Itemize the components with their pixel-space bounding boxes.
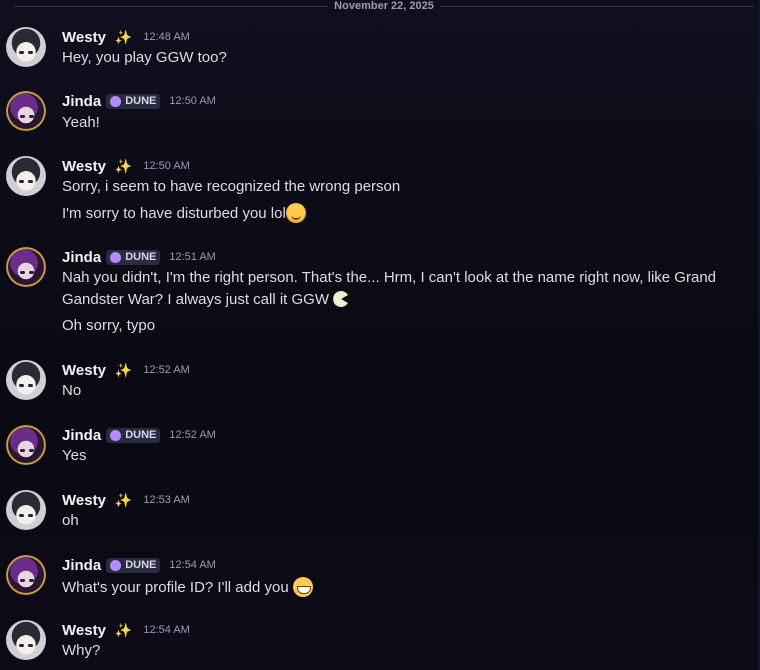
avatar[interactable] (6, 27, 46, 67)
message-text: Yes (62, 447, 87, 464)
message-header: Jinda DUNE 12:51 AM (62, 247, 216, 267)
message-text: Sorry, i seem to have recognized the wro… (62, 178, 401, 195)
pacman-icon[interactable] (333, 291, 350, 307)
message-header: Westy ✨ 12:53 AM (62, 490, 190, 510)
author-name[interactable]: Jinda (62, 93, 101, 110)
message-header: Westy ✨ 12:54 AM (62, 620, 190, 640)
message-text: Oh sorry, typo (62, 317, 156, 334)
badge-label: DUNE (125, 559, 157, 571)
date-divider: November 22, 2025 (14, 0, 755, 12)
gem-icon (110, 429, 122, 441)
author-name[interactable]: Jinda (62, 557, 101, 574)
message-text: Yeah! (62, 114, 100, 131)
message-text-line: I'm sorry to have disturbed you lol (62, 203, 306, 224)
timestamp[interactable]: 12:51 AM (169, 251, 215, 263)
message-text: Nah you didn't, I'm the right person. Th… (62, 269, 717, 286)
guild-tag-badge[interactable]: DUNE (106, 249, 161, 265)
message-header: Jinda DUNE 12:54 AM (62, 555, 216, 575)
author-name[interactable]: Jinda (62, 427, 101, 444)
author-name[interactable]: Westy (62, 29, 106, 46)
message-header: Westy ✨ 12:50 AM (62, 156, 190, 176)
message-text: Gandster War? I always just call it GGW (62, 291, 330, 308)
timestamp[interactable]: 12:48 AM (143, 31, 189, 43)
message-header: Westy ✨ 12:48 AM (62, 27, 190, 47)
avatar[interactable] (6, 555, 46, 595)
avatar[interactable] (6, 425, 46, 465)
grinning-face-icon[interactable] (292, 577, 313, 597)
timestamp[interactable]: 12:54 AM (143, 624, 189, 636)
timestamp[interactable]: 12:52 AM (143, 364, 189, 376)
divider-line-right (439, 5, 755, 7)
timestamp[interactable]: 12:50 AM (143, 160, 189, 172)
timestamp[interactable]: 12:52 AM (169, 429, 215, 441)
message-header: Jinda DUNE 12:52 AM (62, 425, 216, 445)
badge-label: DUNE (125, 251, 157, 263)
guild-tag-badge[interactable]: DUNE (106, 557, 161, 573)
badge-label: DUNE (125, 95, 157, 107)
message-header: Jinda DUNE 12:50 AM (62, 91, 216, 111)
author-name[interactable]: Westy (62, 362, 106, 379)
author-name[interactable]: Westy (62, 492, 106, 509)
message-text: oh (62, 512, 79, 529)
avatar[interactable] (6, 156, 46, 196)
timestamp[interactable]: 12:54 AM (169, 559, 215, 571)
message-header: Westy ✨ 12:52 AM (62, 360, 190, 380)
message-text: I'm sorry to have disturbed you lol (62, 205, 286, 222)
message-text: Why? (62, 642, 101, 659)
timestamp[interactable]: 12:53 AM (143, 494, 189, 506)
sparkle-icon: ✨ (114, 491, 133, 508)
gem-icon (110, 95, 122, 107)
sparkle-icon: ✨ (114, 621, 133, 638)
author-name[interactable]: Westy (62, 158, 106, 175)
gem-icon (110, 559, 122, 571)
guild-tag-badge[interactable]: DUNE (106, 93, 161, 109)
author-name[interactable]: Jinda (62, 249, 101, 266)
gem-icon (110, 251, 122, 263)
avatar[interactable] (6, 91, 46, 131)
message-text: Hey, you play GGW too? (62, 49, 227, 66)
sparkle-icon: ✨ (114, 157, 133, 174)
avatar[interactable] (6, 620, 46, 660)
date-divider-label: November 22, 2025 (334, 0, 434, 12)
message-text: No (62, 382, 82, 399)
message-text: What's your profile ID? I'll add you (62, 579, 289, 596)
sparkle-icon: ✨ (114, 28, 133, 45)
divider-line-left (14, 5, 329, 7)
smiling-face-icon[interactable] (285, 203, 306, 223)
message-text-line: What's your profile ID? I'll add you (62, 577, 313, 598)
guild-tag-badge[interactable]: DUNE (106, 427, 161, 443)
author-name[interactable]: Westy (62, 622, 106, 639)
badge-label: DUNE (125, 429, 157, 441)
avatar[interactable] (6, 247, 46, 287)
message-text-line: Gandster War? I always just call it GGW (62, 290, 350, 310)
avatar[interactable] (6, 490, 46, 530)
avatar[interactable] (6, 360, 46, 400)
timestamp[interactable]: 12:50 AM (169, 95, 215, 107)
sparkle-icon: ✨ (114, 361, 133, 378)
